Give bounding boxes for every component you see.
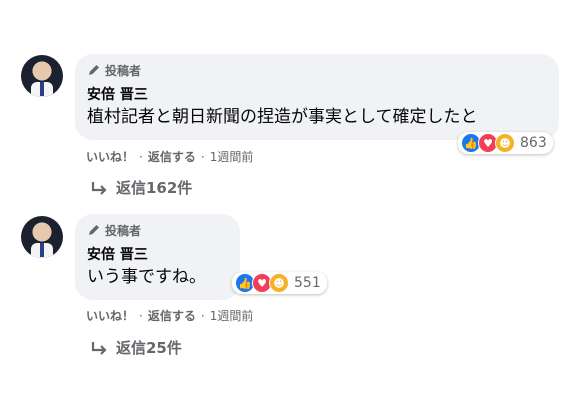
comment-bubble: 投稿者 安倍 晋三 植村記者と朝日新聞の捏造が事実として確定したと: [75, 54, 559, 140]
reply-arrow-icon: [91, 341, 107, 355]
like-link[interactable]: いいね！: [86, 307, 134, 324]
timestamp[interactable]: 1週間前: [210, 307, 254, 324]
comment-actions: いいね！ · 返信する · 1週間前: [86, 307, 253, 324]
comment-bubble: 投稿者 安倍 晋三 いう事ですね。: [75, 214, 240, 300]
care-icon: ☻: [495, 133, 515, 153]
avatar[interactable]: [21, 216, 63, 258]
replies-label: 返信162件: [116, 179, 193, 197]
care-icon: ☻: [269, 273, 289, 293]
avatar[interactable]: [21, 55, 63, 97]
badge-label: 投稿者: [105, 63, 142, 78]
comment-text: 植村記者と朝日新聞の捏造が事実として確定したと: [87, 107, 478, 127]
reaction-summary[interactable]: 👍 ♥ ☻ 863: [458, 132, 553, 154]
author-name[interactable]: 安倍 晋三: [87, 244, 228, 264]
reaction-count: 551: [294, 275, 321, 291]
comment-text: いう事ですね。: [87, 267, 206, 287]
like-link[interactable]: いいね！: [86, 148, 134, 165]
reply-link[interactable]: 返信する: [148, 307, 196, 324]
badge-label: 投稿者: [105, 223, 142, 238]
separator: ·: [139, 308, 143, 323]
reaction-count: 863: [520, 135, 547, 151]
pencil-icon: [89, 225, 99, 235]
reaction-summary[interactable]: 👍 ♥ ☻ 551: [232, 272, 327, 294]
reply-link[interactable]: 返信する: [148, 148, 196, 165]
author-badge: 投稿者: [87, 62, 547, 78]
pencil-icon: [89, 65, 99, 75]
separator: ·: [200, 308, 205, 323]
view-replies-link[interactable]: 返信162件: [90, 177, 192, 198]
reply-arrow-icon: [91, 181, 107, 195]
comment-actions: いいね！ · 返信する · 1週間前: [86, 148, 253, 165]
replies-label: 返信25件: [116, 339, 182, 357]
timestamp[interactable]: 1週間前: [210, 148, 254, 165]
view-replies-link[interactable]: 返信25件: [90, 337, 182, 358]
separator: ·: [200, 149, 205, 164]
author-name[interactable]: 安倍 晋三: [87, 84, 547, 104]
author-badge: 投稿者: [87, 222, 228, 238]
separator: ·: [139, 149, 143, 164]
